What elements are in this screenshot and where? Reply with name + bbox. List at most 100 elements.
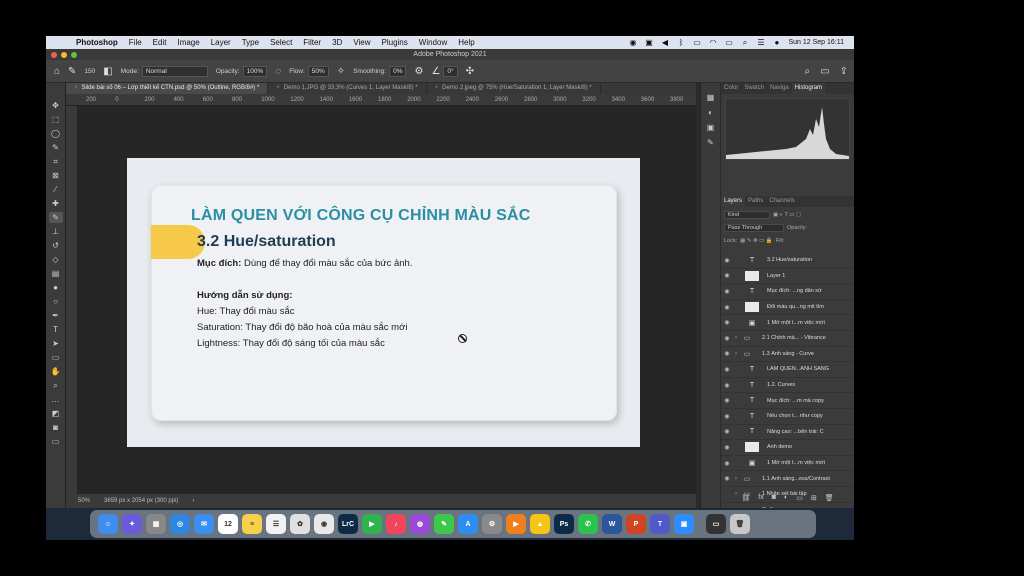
marquee-tool-icon[interactable]: ⬚: [49, 114, 63, 125]
fx-icon[interactable]: fx: [758, 494, 763, 506]
layer-row[interactable]: ◉ › ▭ 2.1 Chỉnh mà... - Vibrance: [721, 331, 854, 347]
more-tools-icon[interactable]: …: [49, 394, 63, 405]
dock-app-teams[interactable]: T: [650, 514, 670, 534]
battery-icon[interactable]: ▭: [692, 38, 701, 47]
quick-mask-icon[interactable]: ◙: [49, 422, 63, 433]
chevron-right-icon[interactable]: ›: [735, 476, 737, 482]
layer-row[interactable]: ◉ Ảnh demo: [721, 440, 854, 456]
flow-field[interactable]: 50%: [307, 65, 329, 77]
control-center-icon[interactable]: ☰: [756, 38, 765, 47]
dock-app-photos[interactable]: ✿: [290, 514, 310, 534]
chevron-right-icon[interactable]: ›: [735, 351, 737, 357]
menu-filter[interactable]: Filter: [303, 38, 321, 47]
group-icon[interactable]: ▭: [796, 494, 803, 506]
gradient-tool-icon[interactable]: ▤: [49, 268, 63, 279]
dock-app-word[interactable]: W: [602, 514, 622, 534]
dock-app-music[interactable]: ♪: [386, 514, 406, 534]
layer-row[interactable]: ◉ T Mục đích: ...m mà copy: [721, 393, 854, 409]
home-icon[interactable]: ⌂: [54, 66, 60, 77]
brush-tool-icon[interactable]: ✎: [68, 66, 76, 77]
tab-channels[interactable]: Channels: [766, 196, 797, 207]
healing-tool-icon[interactable]: ✚: [49, 198, 63, 209]
properties-icon[interactable]: ▦: [707, 93, 715, 102]
layer-filter-kind[interactable]: Kind: [724, 210, 770, 219]
siri-icon[interactable]: ●: [772, 38, 781, 47]
dock-app-trash[interactable]: 🗑: [730, 514, 750, 534]
dock-app-whatsapp[interactable]: ✆: [578, 514, 598, 534]
layer-row[interactable]: ◉ ▣ 1 Mở một t...m việc mới: [721, 456, 854, 472]
dock-app-apps[interactable]: ▦: [146, 514, 166, 534]
path-select-tool-icon[interactable]: ➤: [49, 338, 63, 349]
dock-app-finder[interactable]: ☺: [98, 514, 118, 534]
mode-select[interactable]: Normal: [141, 65, 208, 77]
dock-app-calendar[interactable]: 12: [218, 514, 238, 534]
history-brush-icon[interactable]: ↺: [49, 240, 63, 251]
airbrush-icon[interactable]: ✧: [337, 66, 345, 77]
menu-app-name[interactable]: Photoshop: [76, 38, 118, 47]
display-icon[interactable]: ▭: [724, 38, 733, 47]
menu-type[interactable]: Type: [242, 38, 259, 47]
blend-mode-select[interactable]: Pass Through: [724, 223, 784, 232]
status-arrow-icon[interactable]: ›: [192, 498, 194, 504]
pressure-opacity-icon[interactable]: ◌: [275, 66, 281, 77]
crop-tool-icon[interactable]: ⌗: [49, 156, 63, 167]
smoothing-field[interactable]: 0%: [389, 65, 407, 77]
dock-app-facetime[interactable]: ▶: [362, 514, 382, 534]
share-icon[interactable]: ⇪: [840, 66, 848, 77]
vertical-ruler[interactable]: [66, 106, 78, 494]
dock-app-zoom[interactable]: ▣: [674, 514, 694, 534]
menu-window[interactable]: Window: [419, 38, 447, 47]
eraser-tool-icon[interactable]: ◇: [49, 254, 63, 265]
artboard[interactable]: LÀM QUEN VỚI CÔNG CỤ CHỈNH MÀU SẮC 3.2 H…: [127, 158, 640, 447]
mask-icon[interactable]: ◙: [772, 494, 776, 506]
dock-app-system-preferences[interactable]: ⚙: [482, 514, 502, 534]
close-window-button[interactable]: [51, 52, 57, 58]
layer-row[interactable]: ◉ ▣ 1 Mở một t...m việc mới: [721, 315, 854, 331]
menu-plugins[interactable]: Plugins: [382, 38, 408, 47]
visibility-eye-icon[interactable]: ◉: [721, 475, 733, 482]
close-tab-icon[interactable]: ×: [74, 85, 78, 91]
libraries-icon[interactable]: ▣: [707, 123, 715, 132]
opacity-field[interactable]: 100%: [242, 65, 268, 77]
pen-tool-icon[interactable]: ✒: [49, 310, 63, 321]
sound-icon[interactable]: ◀: [660, 38, 669, 47]
color-swatches-icon[interactable]: ◩: [49, 408, 63, 419]
menu-layer[interactable]: Layer: [211, 38, 231, 47]
layer-row[interactable]: ◉ Layer 1: [721, 269, 854, 285]
close-tab-icon[interactable]: ×: [276, 85, 280, 91]
menu-help[interactable]: Help: [458, 38, 474, 47]
search-icon[interactable]: ⌕: [805, 66, 811, 77]
shape-tool-icon[interactable]: ▭: [49, 352, 63, 363]
stamp-tool-icon[interactable]: ⊥: [49, 226, 63, 237]
visibility-eye-icon[interactable]: ◉: [721, 335, 733, 342]
tab-navigator[interactable]: Naviga: [767, 83, 792, 94]
hand-tool-icon[interactable]: ✋: [49, 366, 63, 377]
dock-app-chrome[interactable]: ◉: [314, 514, 334, 534]
visibility-eye-icon[interactable]: ◉: [721, 272, 733, 279]
angle-icon[interactable]: ∠: [431, 66, 440, 77]
chevron-right-icon[interactable]: ›: [735, 335, 737, 341]
blur-tool-icon[interactable]: ●: [49, 282, 63, 293]
menu-image[interactable]: Image: [177, 38, 199, 47]
layer-row[interactable]: ◉ T Nếu chọn t... như copy: [721, 409, 854, 425]
layer-row[interactable]: ◉ › ▭ 1.3 Ánh sáng - Curve: [721, 347, 854, 363]
type-tool-icon[interactable]: T: [49, 324, 63, 335]
horizontal-ruler[interactable]: 200 0 200 400 600 800 1000 1200 1400 1600 1800 2000…: [66, 94, 696, 106]
tab-paths[interactable]: Paths: [745, 196, 766, 207]
zoom-window-button[interactable]: [71, 52, 77, 58]
brush-settings-icon[interactable]: ✎: [707, 138, 714, 147]
visibility-eye-icon[interactable]: ◉: [721, 288, 733, 295]
visibility-eye-icon[interactable]: ◉: [721, 350, 733, 357]
visibility-eye-icon[interactable]: ◉: [721, 397, 733, 404]
menubar-clock[interactable]: Sun 12 Sep 16:11: [788, 39, 844, 46]
dock-app-notes[interactable]: ≡: [242, 514, 262, 534]
filter-icons[interactable]: ▣ ◐ T ▭ ▢: [773, 212, 801, 218]
zoom-level[interactable]: 50%: [78, 498, 90, 504]
screen-mode-icon[interactable]: ▭: [49, 436, 63, 447]
visibility-eye-icon[interactable]: ◉: [721, 366, 733, 373]
new-layer-icon[interactable]: ⊞: [811, 494, 817, 506]
menu-edit[interactable]: Edit: [153, 38, 167, 47]
tab-histogram[interactable]: Histogram: [791, 83, 826, 94]
visibility-eye-icon[interactable]: ◉: [721, 304, 733, 311]
search-icon[interactable]: ⌕: [740, 38, 749, 48]
